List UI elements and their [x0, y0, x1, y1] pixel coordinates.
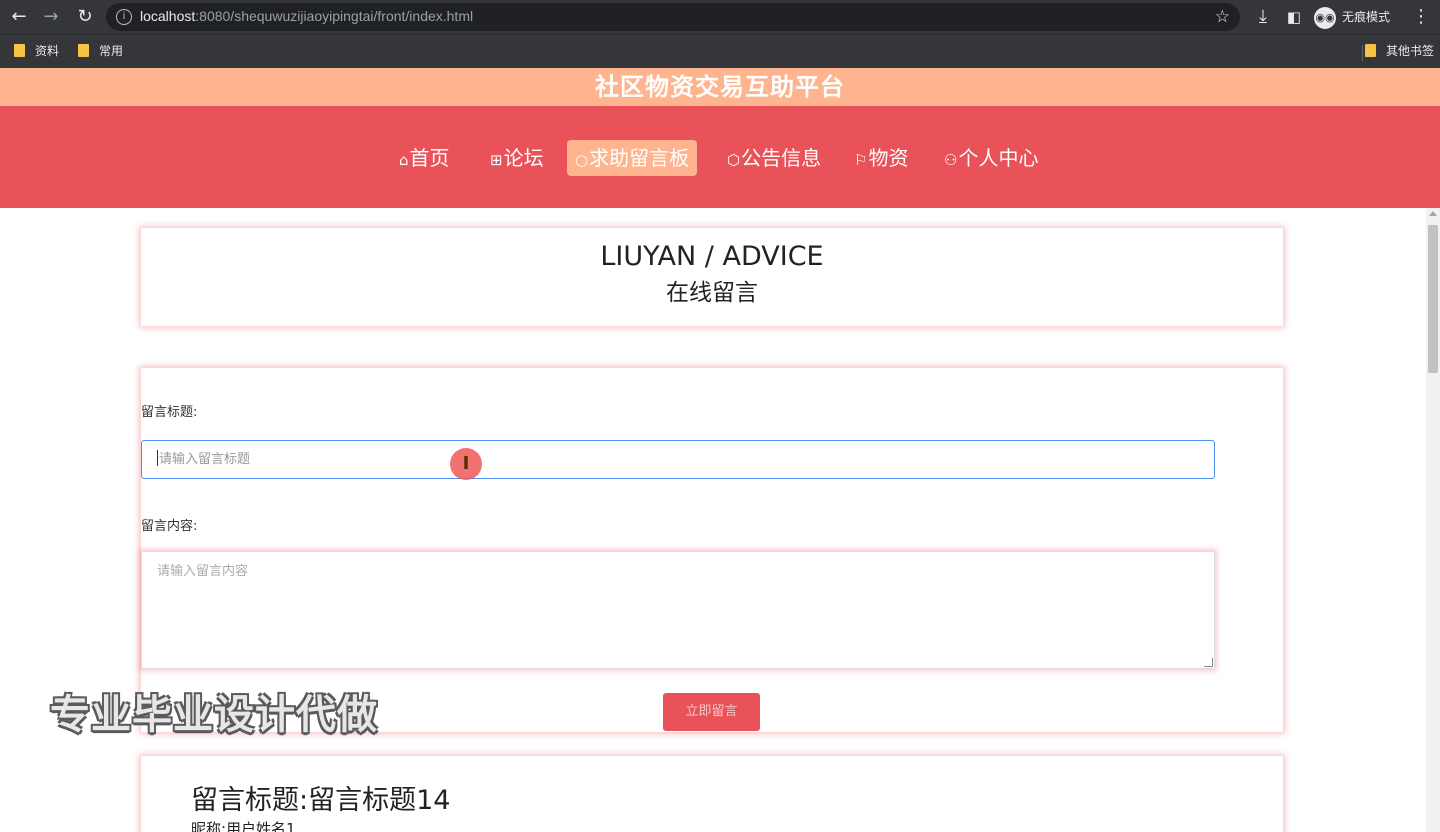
page-title-cn: 在线留言	[666, 280, 758, 306]
site-title: 社区物资交易互助平台	[595, 73, 845, 101]
content-textarea[interactable]: 请输入留言内容	[141, 551, 1215, 669]
bookmark-folder-other[interactable]: 其他书签	[1365, 43, 1434, 59]
site-info-icon[interactable]: i	[116, 9, 132, 25]
content-label: 留言内容:	[141, 519, 198, 534]
bookmarks-bar: 资料 常用 其他书签	[0, 34, 1440, 68]
bookmark-folder-changyong[interactable]: 常用	[78, 43, 123, 59]
circle-icon: ○	[575, 151, 589, 169]
nav-label: 论坛	[503, 146, 544, 170]
folder-icon	[78, 44, 89, 57]
watermark-text: 专业毕业设计代做	[50, 692, 378, 738]
title-placeholder: 请输入留言标题	[159, 452, 251, 467]
folder-icon	[1365, 44, 1376, 57]
bookmark-separator	[1362, 45, 1363, 61]
nav-item-messages[interactable]: ○求助留言板	[567, 140, 698, 176]
incognito-indicator[interactable]: ◉◉ 无痕模式	[1314, 5, 1390, 29]
nav-item-forum[interactable]: ⊞论坛	[482, 140, 552, 176]
nav-label: 首页	[409, 146, 450, 170]
flag-icon: ⚐	[854, 151, 868, 169]
bookmark-label: 资料	[35, 44, 60, 58]
title-label: 留言标题:	[141, 405, 198, 420]
cube-icon: ⬡	[727, 151, 741, 169]
message-title: 留言标题:留言标题14	[191, 785, 451, 816]
bookmark-folder-ziliao[interactable]: 资料	[14, 43, 59, 59]
download-icon[interactable]: ⤓	[1252, 6, 1274, 28]
site-title-bar: 社区物资交易互助平台	[0, 68, 1440, 106]
text-caret	[157, 450, 158, 466]
url-path: :8080/shequwuzijiaoyipingtai/front/index…	[195, 8, 474, 24]
page-title-en: LIUYAN / ADVICE	[600, 241, 824, 272]
forward-icon[interactable]: →	[40, 6, 62, 28]
nav-label: 公告信息	[741, 146, 822, 170]
resize-handle[interactable]	[1204, 658, 1213, 667]
back-icon[interactable]: ←	[8, 6, 30, 28]
title-input[interactable]: 请输入留言标题	[141, 440, 1215, 479]
address-bar[interactable]: i localhost:8080/shequwuzijiaoyipingtai/…	[106, 3, 1240, 31]
cursor-highlight: I	[450, 448, 482, 480]
message-list-item: 留言标题:留言标题14 昵称:用户姓名1	[141, 756, 1283, 832]
home-icon: ⌂	[399, 151, 409, 169]
message-nickname: 昵称:用户姓名1	[191, 820, 296, 832]
nav-label: 求助留言板	[589, 146, 690, 170]
bookmark-label: 其他书签	[1386, 44, 1435, 58]
bookmark-label: 常用	[99, 44, 124, 58]
reload-icon[interactable]: ↻	[74, 6, 96, 28]
page-heading-card: LIUYAN / ADVICE 在线留言	[141, 228, 1283, 326]
menu-kebab-icon[interactable]: ⋮	[1410, 6, 1432, 28]
submit-button[interactable]: 立即留言	[663, 693, 760, 731]
nav-item-notices[interactable]: ⬡公告信息	[719, 140, 829, 176]
content-placeholder: 请输入留言内容	[157, 564, 249, 579]
folder-icon	[14, 44, 25, 57]
browser-toolbar: ← → ↻ i localhost:8080/shequwuzijiaoyipi…	[0, 0, 1440, 34]
gift-icon: ⊞	[490, 151, 503, 169]
nav-item-profile[interactable]: ⚇个人中心	[936, 140, 1046, 176]
incognito-label: 无痕模式	[1342, 10, 1391, 24]
nav-item-goods[interactable]: ⚐物资	[846, 140, 916, 176]
page-scrollbar[interactable]	[1426, 208, 1440, 832]
nav-label: 物资	[868, 146, 909, 170]
side-panel-icon[interactable]: ◧	[1283, 6, 1305, 28]
scroll-thumb[interactable]	[1428, 225, 1438, 373]
main-nav: ⌂首页 ⊞论坛 ○求助留言板 ⬡公告信息 ⚐物资 ⚇个人中心	[0, 106, 1440, 208]
nav-item-home[interactable]: ⌂首页	[391, 140, 458, 176]
incognito-icon: ◉◉	[1314, 6, 1336, 29]
scroll-up-arrow-icon[interactable]	[1429, 211, 1437, 216]
url-host: localhost	[140, 8, 196, 24]
bookmark-star-icon[interactable]: ☆	[1215, 7, 1230, 27]
url-text[interactable]: localhost:8080/shequwuzijiaoyipingtai/fr…	[140, 8, 473, 24]
message-form: 留言标题: 请输入留言标题 留言内容: 请输入留言内容 立即留言	[141, 368, 1283, 732]
nav-label: 个人中心	[958, 146, 1039, 170]
user-icon: ⚇	[944, 151, 958, 169]
